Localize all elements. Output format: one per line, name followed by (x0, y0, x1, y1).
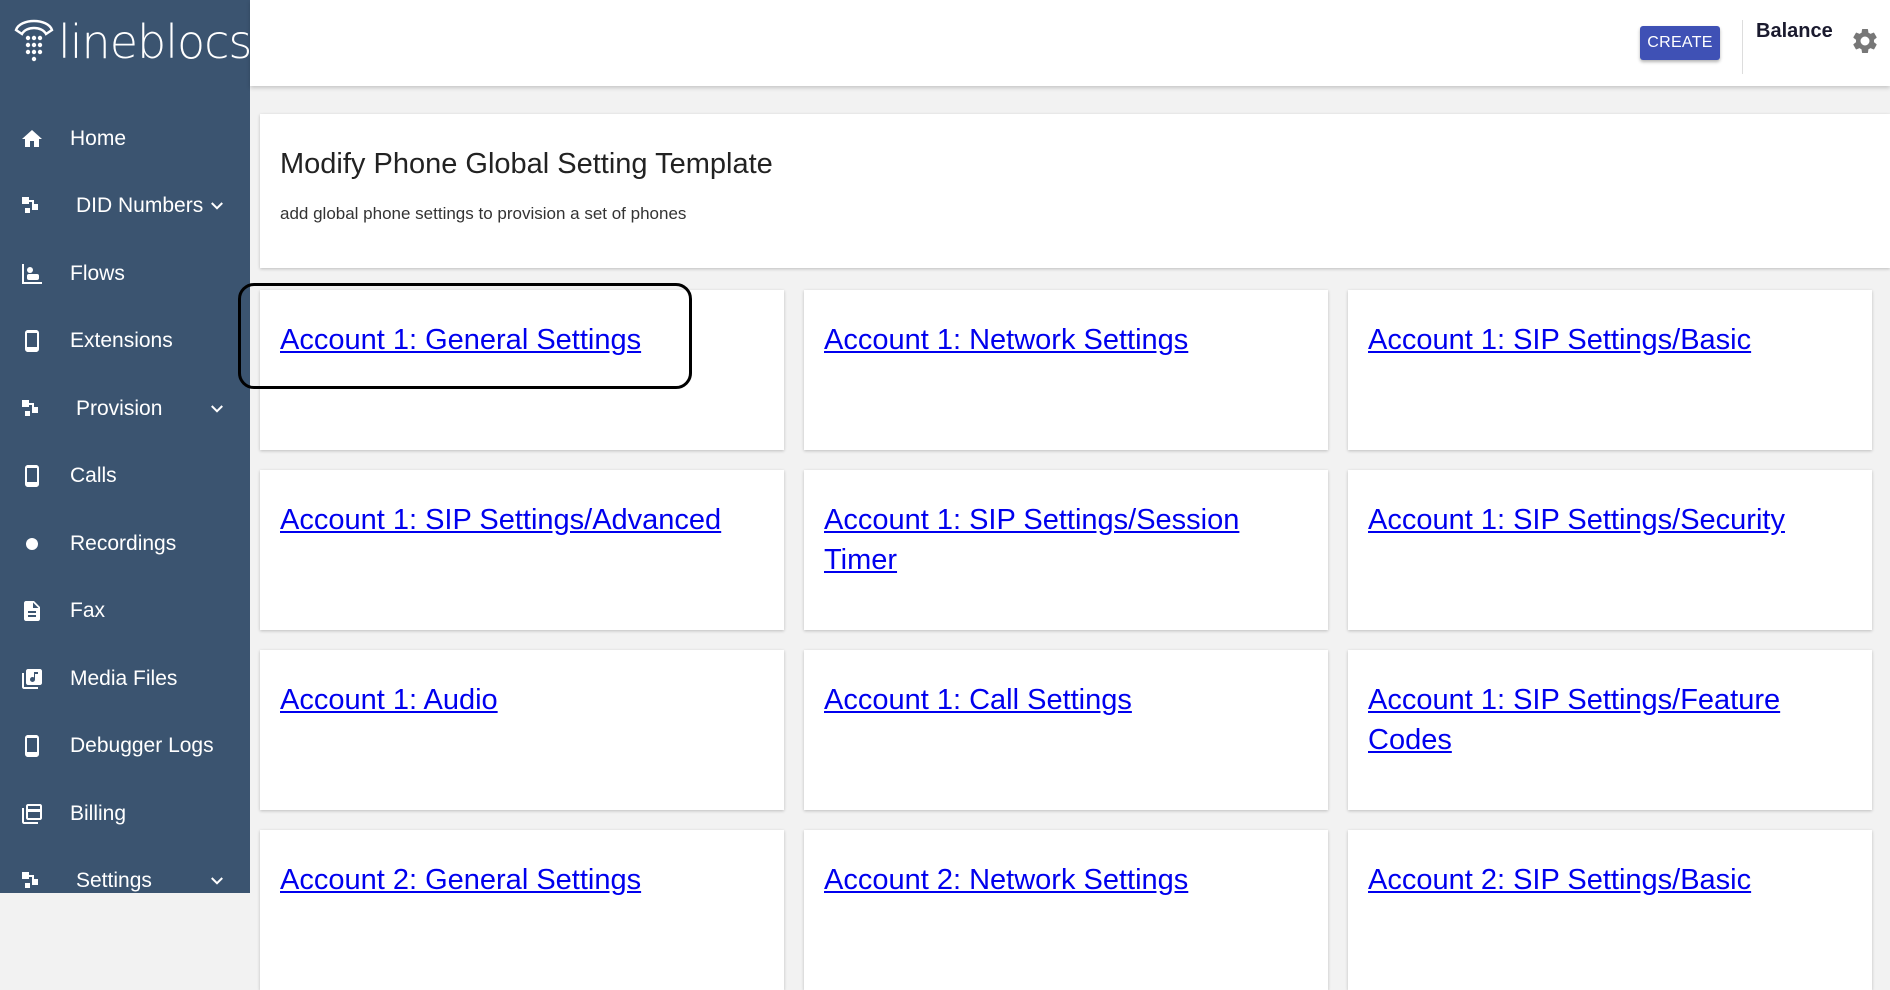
settings-card-link[interactable]: Account 1: Audio (280, 680, 764, 720)
record-dot-icon (26, 537, 38, 550)
document-icon (24, 601, 40, 622)
brand-name: lineblocs (58, 15, 250, 69)
settings-card: Account 1: SIP Settings/Advanced (260, 470, 784, 630)
home-icon (22, 129, 42, 147)
chevron-down-icon[interactable] (208, 872, 226, 890)
settings-card: Account 2: Network Settings (804, 830, 1328, 990)
sidebar-item-extensions[interactable]: Extensions (0, 308, 250, 376)
settings-card: Account 1: General Settings (260, 290, 784, 450)
sidebar-item-label: Debugger Logs (70, 734, 214, 758)
settings-card: Account 1: SIP Settings/Security (1348, 470, 1872, 630)
settings-card-link[interactable]: Account 1: SIP Settings/Security (1368, 500, 1852, 540)
sidebar-item-media-files[interactable]: Media Files (0, 645, 250, 713)
settings-card-link[interactable]: Account 2: General Settings (280, 860, 764, 900)
create-button[interactable]: CREATE (1640, 26, 1720, 60)
settings-card: Account 1: Network Settings (804, 290, 1328, 450)
brand-logo[interactable]: lineblocs (12, 12, 250, 72)
settings-card: Account 2: General Settings (260, 830, 784, 990)
media-files-icon (22, 668, 42, 689)
page-header-card: Modify Phone Global Setting Template add… (260, 114, 1890, 268)
sidebar-item-label: Fax (70, 599, 106, 623)
page-subtitle: add global phone settings to provision a… (280, 204, 687, 223)
chevron-down-icon[interactable] (208, 400, 226, 418)
sidebar-item-debugger-logs[interactable]: Debugger Logs (0, 713, 250, 781)
topbar-divider (1742, 20, 1743, 74)
billing-icon (22, 803, 42, 824)
chevron-down-icon[interactable] (208, 197, 226, 215)
settings-card-link[interactable]: Account 1: SIP Settings/Session Timer (824, 500, 1308, 580)
sidebar-item-label: Provision (76, 396, 163, 420)
top-bar: CREATE Balance (250, 0, 1890, 86)
settings-card-link[interactable]: Account 1: SIP Settings/Feature Codes (1368, 680, 1852, 760)
sidebar-item-label: Media Files (70, 666, 178, 690)
settings-card: Account 1: SIP Settings/Session Timer (804, 470, 1328, 630)
settings-card: Account 1: SIP Settings/Feature Codes (1348, 650, 1872, 810)
sidebar-item-billing[interactable]: Billing (0, 780, 250, 848)
sidebar-item-label: Calls (70, 464, 117, 488)
sidebar-item-provision[interactable]: Provision (0, 375, 250, 443)
settings-nav-icon (22, 872, 38, 889)
sidebar-item-home[interactable]: Home (0, 105, 250, 173)
balance-label[interactable]: Balance (1756, 20, 1833, 43)
phone-icon (25, 465, 39, 488)
settings-card-link[interactable]: Account 2: Network Settings (824, 860, 1308, 900)
settings-card-link[interactable]: Account 2: SIP Settings/Basic (1368, 860, 1852, 900)
sidebar-item-fax[interactable]: Fax (0, 578, 250, 646)
phone-icon (25, 330, 39, 353)
sidebar-item-did-numbers[interactable]: DID Numbers (0, 173, 250, 241)
sidebar-item-label: Home (70, 126, 127, 150)
phone-icon (25, 735, 39, 758)
page-title: Modify Phone Global Setting Template (280, 148, 773, 180)
sidebar-item-label: Extensions (70, 329, 173, 353)
gear-icon[interactable] (1850, 26, 1880, 56)
sidebar-item-settings[interactable]: Settings (0, 848, 250, 894)
settings-card-link[interactable]: Account 1: SIP Settings/Advanced (280, 500, 764, 540)
settings-card-link[interactable]: Account 1: Call Settings (824, 680, 1308, 720)
sidebar-item-label: DID Numbers (76, 194, 204, 218)
sidebar-item-calls[interactable]: Calls (0, 443, 250, 511)
settings-card-link[interactable]: Account 1: General Settings (280, 320, 764, 360)
sidebar: lineblocs Home DID Numbers Flows Extensions… (0, 0, 250, 893)
sidebar-item-label: Settings (76, 869, 152, 893)
settings-card: Account 1: SIP Settings/Basic (1348, 290, 1872, 450)
phone-logo-icon (14, 19, 54, 62)
settings-card-link[interactable]: Account 1: Network Settings (824, 320, 1308, 360)
settings-card: Account 1: Call Settings (804, 650, 1328, 810)
settings-card-link[interactable]: Account 1: SIP Settings/Basic (1368, 320, 1852, 360)
flows-icon (22, 263, 42, 284)
settings-card: Account 2: SIP Settings/Basic (1348, 830, 1872, 990)
sidebar-nav: Home DID Numbers Flows Extensions Provision C… (0, 105, 250, 893)
did-numbers-icon (22, 197, 38, 214)
sidebar-item-label: Billing (70, 801, 127, 825)
sidebar-item-recordings[interactable]: Recordings (0, 510, 250, 578)
sidebar-item-flows[interactable]: Flows (0, 240, 250, 308)
provision-icon (22, 399, 38, 416)
settings-card: Account 1: Audio (260, 650, 784, 810)
sidebar-item-label: Recordings (70, 531, 177, 555)
sidebar-item-label: Flows (70, 261, 125, 285)
